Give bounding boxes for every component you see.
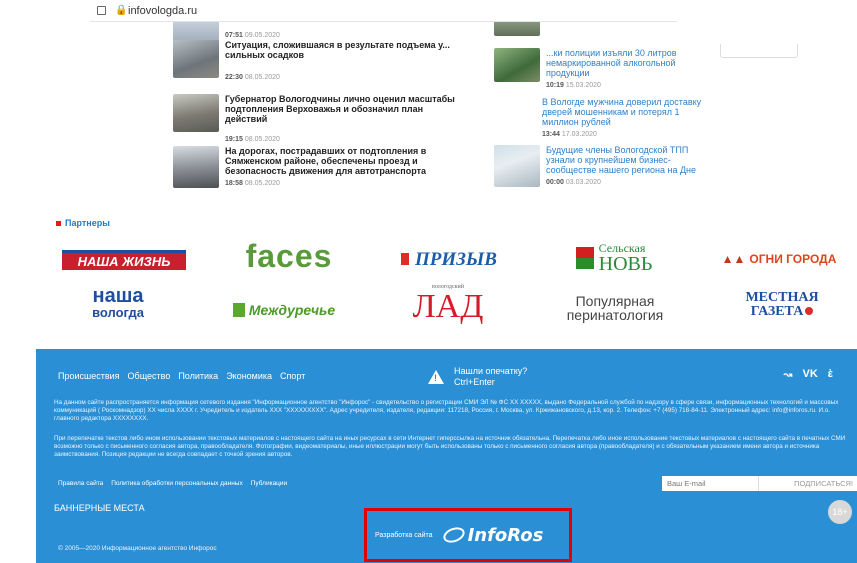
logo-text: НОВЬ — [598, 253, 653, 275]
news-time: 10:19 15.03.2020 — [546, 82, 601, 89]
logo-mark — [575, 247, 594, 269]
footer-nav-item[interactable]: Политика — [178, 371, 218, 381]
logo-lad[interactable]: вологодский ЛАД — [408, 282, 488, 326]
news-time: 22:30 08.05.2020 — [225, 74, 280, 81]
typo-shortcut: Ctrl+Enter — [454, 377, 495, 387]
logo-text: Популярная — [575, 293, 655, 309]
news-item[interactable]: ...ки полиции изъяли 30 литров немаркиро… — [494, 48, 716, 89]
news-item[interactable] — [494, 22, 540, 36]
warning-icon — [428, 370, 444, 384]
logo-populyarnaya-perinatologiya[interactable]: Популярная перинатология — [552, 290, 678, 326]
logo-faces[interactable]: faces — [244, 238, 334, 274]
logo-selskaya-nov[interactable]: Сельская НОВЬ — [566, 242, 662, 274]
footer-nav-item[interactable]: Происшествия — [58, 371, 120, 381]
footer-link[interactable]: Политика обработки персональных данных — [111, 480, 243, 487]
logo-text: Междуречье — [248, 302, 336, 318]
logo-nasha-vologda[interactable]: наша вологда — [78, 284, 158, 320]
news-item[interactable]: В Вологде мужчина доверил доставку двере… — [542, 97, 712, 138]
logo-text: ЛАД — [412, 288, 484, 325]
footer-link[interactable]: Правила сайта — [58, 480, 103, 487]
banner-places-heading: БАННЕРНЫЕ МЕСТА — [54, 503, 145, 513]
logo-mestnaya-gazeta[interactable]: МЕСТНАЯ ГАЗЕТА — [740, 288, 824, 322]
footer-nav-item[interactable]: Спорт — [280, 371, 305, 381]
news-time: 07:51 09.05.2020 — [225, 32, 280, 39]
news-thumbnail[interactable] — [173, 94, 219, 132]
news-title[interactable]: На дорогах, пострадавших от подтопления … — [225, 146, 465, 176]
age-rating-badge: 18+ — [828, 500, 852, 524]
logo-mark — [401, 253, 410, 265]
inforos-logo[interactable]: InfoRos — [440, 524, 544, 546]
news-section: 07:51 09.05.2020 Ситуация, сложившаяся в… — [0, 22, 857, 202]
logo-ogni-goroda[interactable]: ▲▲ ОГНИ ГОРОДА — [716, 250, 842, 268]
typo-notice: Нашли опечатку? Ctrl+Enter — [428, 366, 527, 388]
footer-link[interactable]: Публикации — [251, 480, 287, 487]
partners-heading: Партнеры — [56, 218, 110, 228]
flame-icon: ▲▲ — [721, 252, 746, 266]
logo-dot — [805, 307, 814, 315]
logo-nasha-zhizn[interactable]: НАША ЖИЗНЬ — [62, 250, 186, 270]
logo-text: faces — [245, 238, 333, 274]
developer-label: Разработка сайта — [375, 531, 433, 539]
footer-nav-item[interactable]: Экономика — [226, 371, 272, 381]
footer-nav-item[interactable]: Общество — [128, 371, 171, 381]
legal-registration-text: На данном сайте распространяется информа… — [54, 399, 839, 422]
news-thumbnail[interactable] — [173, 40, 219, 78]
logo-prizyv[interactable]: ПРИЗЫВ — [386, 248, 512, 270]
sidebar-button[interactable] — [720, 44, 798, 58]
logo-text: перинатология — [566, 307, 664, 323]
news-thumbnail[interactable] — [494, 22, 540, 36]
news-thumbnail[interactable] — [494, 48, 540, 82]
copyright-text: © 2005—2020 Информационное агентство Инф… — [58, 545, 217, 552]
footer-links: Правила сайта Политика обработки персона… — [58, 480, 287, 487]
logo-text: ГАЗЕТА — [750, 304, 804, 319]
logo-mark — [232, 303, 245, 317]
logo-text: ОГНИ ГОРОДА — [749, 252, 837, 266]
developer-credit[interactable]: Разработка сайта InfoRos — [364, 508, 572, 562]
legal-reprint-text: При перепечатке текстов либо ином исполь… — [54, 435, 846, 458]
url-text[interactable]: infovologda.ru — [128, 5, 197, 17]
social-links: ↝ VK ὲ — [783, 368, 833, 381]
inforos-logo-text: InfoRos — [467, 524, 544, 546]
news-item[interactable]: На дорогах, пострадавших от подтопления … — [173, 146, 465, 188]
news-time: 00:00 03.03.2020 — [546, 179, 601, 186]
typo-question: Нашли опечатку? — [454, 366, 528, 376]
logo-mezhdurechye[interactable]: Междуречье — [228, 300, 340, 320]
tab-icon[interactable] — [97, 6, 106, 15]
logo-text: ПРИЗЫВ — [415, 248, 497, 270]
news-title[interactable]: В Вологде мужчина доверил доставку двере… — [542, 97, 712, 127]
logo-text: МЕСТНАЯ — [745, 290, 819, 305]
lock-icon: 🔒 — [115, 5, 128, 16]
site-footer: Происшествия Общество Политика Экономика… — [36, 349, 857, 563]
news-time: 13:44 17.03.2020 — [542, 131, 597, 138]
news-item[interactable]: Ситуация, сложившаяся в результате подъе… — [173, 40, 465, 81]
news-title[interactable]: Ситуация, сложившаяся в результате подъе… — [225, 40, 465, 60]
news-title[interactable]: Будущие члены Вологодской ТПП узнали о к… — [546, 145, 716, 175]
email-input[interactable]: Ваш E-mail — [662, 476, 758, 491]
vk-icon[interactable]: VK — [802, 368, 817, 381]
rss-icon[interactable]: ↝ — [783, 368, 792, 381]
inforos-ring-icon — [440, 524, 467, 546]
news-title[interactable]: ...ки полиции изъяли 30 литров немаркиро… — [546, 48, 716, 78]
news-item[interactable]: Губернатор Вологодчины лично оценил масш… — [173, 94, 465, 143]
logo-text: вологда — [92, 304, 144, 320]
odnoklassniki-icon[interactable]: ὲ — [828, 368, 833, 381]
news-time: 18:58 08.05.2020 — [225, 180, 280, 187]
news-time: 19:15 08.05.2020 — [225, 136, 280, 143]
news-thumbnail[interactable] — [173, 146, 219, 188]
news-title[interactable]: Губернатор Вологодчины лично оценил масш… — [225, 94, 465, 124]
logo-text: наша — [92, 284, 144, 307]
browser-address-bar: 🔒 infovologda.ru — [0, 0, 857, 22]
logo-text: НАША ЖИЗНЬ — [77, 254, 171, 269]
subscribe-button[interactable]: ПОДПИСАТЬСЯ! — [758, 476, 857, 491]
news-item[interactable]: Будущие члены Вологодской ТПП узнали о к… — [494, 145, 716, 187]
news-thumbnail[interactable] — [494, 145, 540, 187]
footer-nav: Происшествия Общество Политика Экономика… — [58, 371, 305, 381]
